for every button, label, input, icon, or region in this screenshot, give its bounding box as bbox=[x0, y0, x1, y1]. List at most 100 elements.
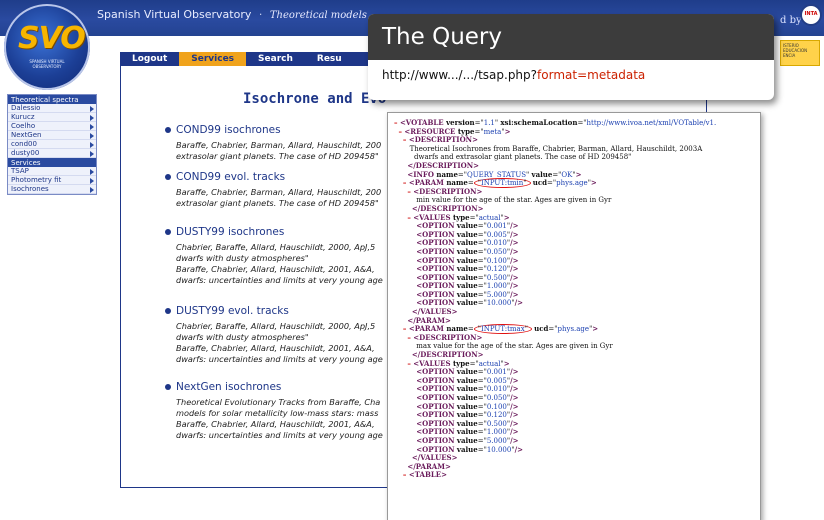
query-url-prefix: http://www.../.../tsap.php? bbox=[382, 68, 538, 82]
chevron-right-icon bbox=[90, 169, 94, 175]
sidebar-item-label: cond00 bbox=[11, 140, 37, 148]
chevron-right-icon bbox=[90, 115, 94, 121]
chevron-right-icon bbox=[90, 187, 94, 193]
entry-desc-line: dwarfs: uncertainties and limits at very… bbox=[176, 354, 383, 364]
list-item: NextGen isochrones Theoretical Evolution… bbox=[163, 381, 393, 441]
bullet-icon bbox=[165, 127, 171, 133]
bullet-icon bbox=[165, 308, 171, 314]
chevron-right-icon bbox=[90, 106, 94, 112]
sidebar-heading-services: Services bbox=[8, 158, 96, 167]
entry-desc-line: Baraffe, Chabrier, Allard, Hauschildt, 2… bbox=[176, 343, 375, 353]
param-name-highlight: "INPUT:tmax" bbox=[473, 324, 532, 335]
entry-title-text: COND99 evol. tracks bbox=[176, 171, 286, 183]
entry-desc-line: dwarfs: uncertainties and limits at very… bbox=[176, 275, 383, 285]
inta-logo[interactable]: INTA bbox=[800, 4, 822, 26]
svo-logo-text: SVO bbox=[18, 21, 86, 56]
chevron-right-icon bbox=[90, 142, 94, 148]
sidebar-item-coelho[interactable]: Coelho bbox=[8, 122, 96, 131]
xml-response-panel: – <VOTABLE version="1.1" xsi:schemaLocat… bbox=[387, 112, 761, 520]
entry-title-text: DUSTY99 isochrones bbox=[176, 226, 285, 238]
page-title: Isochrone and Evo bbox=[243, 91, 387, 107]
chevron-right-icon bbox=[90, 178, 94, 184]
sidebar-item-dusty00[interactable]: dusty00 bbox=[8, 149, 96, 158]
entry-description: Chabrier, Baraffe, Allard, Hauschildt, 2… bbox=[163, 242, 393, 286]
entry-description: Baraffe, Chabrier, Barman, Allard, Hausc… bbox=[163, 140, 393, 162]
entry-description: Baraffe, Chabrier, Barman, Allard, Hausc… bbox=[163, 187, 393, 209]
entry-desc-line: Baraffe, Chabrier, Barman, Allard, Hausc… bbox=[176, 140, 382, 150]
chevron-right-icon bbox=[90, 151, 94, 157]
list-item: COND99 evol. tracks Baraffe, Chabrier, B… bbox=[163, 171, 393, 209]
sidebar-item-isochrones[interactable]: Isochrones bbox=[8, 185, 96, 194]
entry-desc-line: Baraffe, Chabrier, Barman, Allard, Hausc… bbox=[176, 187, 382, 197]
sidebar-item-tsap[interactable]: TSAP bbox=[8, 167, 96, 176]
entry-description: Theoretical Evolutionary Tracks from Bar… bbox=[163, 397, 393, 441]
bullet-icon bbox=[165, 384, 171, 390]
sidebar-item-label: TSAP bbox=[11, 167, 29, 175]
entry-desc-line: models for solar metallicity low-mass st… bbox=[176, 408, 379, 418]
entry-title-text: COND99 isochrones bbox=[176, 124, 281, 136]
nav-results[interactable]: Resu bbox=[305, 52, 354, 66]
sidebar-item-label: NextGen bbox=[11, 131, 42, 139]
chevron-right-icon bbox=[90, 133, 94, 139]
sidebar: Theoretical spectra Dalessio Kurucz Coel… bbox=[7, 94, 97, 195]
entry-title-text: DUSTY99 evol. tracks bbox=[176, 305, 289, 317]
site-title[interactable]: Spanish Virtual Observatory · Theoretica… bbox=[97, 8, 367, 21]
entry-desc-line: extrasolar giant planets. The case of HD… bbox=[176, 198, 379, 208]
nav-services[interactable]: Services bbox=[179, 52, 247, 66]
entry-title-link[interactable]: COND99 evol. tracks bbox=[163, 171, 393, 183]
query-url-param: format=metadata bbox=[537, 68, 646, 82]
sidebar-item-label: Kurucz bbox=[11, 113, 35, 121]
xml-line: </PARAM> bbox=[407, 461, 451, 471]
entry-desc-line: Baraffe, Chabrier, Allard, Hauschildt, 2… bbox=[176, 264, 375, 274]
list-item: COND99 isochrones Baraffe, Chabrier, Bar… bbox=[163, 124, 393, 162]
entry-title-link[interactable]: NextGen isochrones bbox=[163, 381, 393, 393]
site-subtitle: Theoretical models bbox=[269, 10, 367, 21]
entry-desc-line: dwarfs with dusty atmospheres" bbox=[176, 253, 309, 263]
sidebar-item-label: Photometry fit bbox=[11, 176, 62, 184]
site-name: Spanish Virtual Observatory bbox=[97, 8, 252, 21]
entry-title-link[interactable]: COND99 isochrones bbox=[163, 124, 393, 136]
sidebar-item-dalessio[interactable]: Dalessio bbox=[8, 104, 96, 113]
powered-by-label: d by bbox=[780, 15, 802, 26]
query-title: The Query bbox=[368, 14, 774, 60]
sidebar-item-cond00[interactable]: cond00 bbox=[8, 140, 96, 149]
xml-line: – <DESCRIPTION> bbox=[407, 186, 483, 196]
list-item: DUSTY99 isochrones Chabrier, Baraffe, Al… bbox=[163, 226, 393, 286]
ministry-logo-text: ISTERIO EDUCACION ENCIA bbox=[783, 43, 808, 58]
sidebar-item-kurucz[interactable]: Kurucz bbox=[8, 113, 96, 122]
sidebar-item-label: Dalessio bbox=[11, 104, 41, 112]
ministry-logo[interactable]: ISTERIO EDUCACION ENCIA bbox=[780, 40, 820, 66]
entry-title-link[interactable]: DUSTY99 isochrones bbox=[163, 226, 393, 238]
title-separator: · bbox=[258, 8, 263, 21]
sidebar-item-photometry-fit[interactable]: Photometry fit bbox=[8, 176, 96, 185]
chevron-right-icon bbox=[90, 124, 94, 130]
xml-line: – <TABLE> bbox=[402, 470, 448, 480]
entry-desc-line: Theoretical Evolutionary Tracks from Bar… bbox=[176, 397, 381, 407]
bullet-icon bbox=[165, 229, 171, 235]
query-url: http://www.../.../tsap.php?format=metada… bbox=[368, 60, 774, 82]
nav-search[interactable]: Search bbox=[246, 52, 305, 66]
sidebar-item-label: dusty00 bbox=[11, 149, 40, 157]
entry-description: Chabrier, Baraffe, Allard, Hauschildt, 2… bbox=[163, 321, 393, 365]
svo-logo-caption: SPANISH VIRTUAL OBSERVATORY bbox=[29, 59, 65, 69]
inta-logo-text: INTA bbox=[804, 11, 818, 17]
entry-desc-line: extrasolar giant planets. The case of HD… bbox=[176, 151, 379, 161]
entry-desc-line: Baraffe, Chabrier, Allard, Hauschildt, 2… bbox=[176, 419, 375, 429]
svo-logo[interactable]: SVO SPANISH VIRTUAL OBSERVATORY bbox=[4, 4, 90, 90]
entry-title-link[interactable]: DUSTY99 evol. tracks bbox=[163, 305, 393, 317]
sidebar-item-label: Isochrones bbox=[11, 185, 49, 193]
xml-line: – <DESCRIPTION> bbox=[402, 135, 478, 145]
bullet-icon bbox=[165, 174, 171, 180]
query-callout: The Query http://www.../.../tsap.php?for… bbox=[368, 14, 774, 100]
list-item: DUSTY99 evol. tracks Chabrier, Baraffe, … bbox=[163, 305, 393, 365]
sidebar-item-label: Coelho bbox=[11, 122, 36, 130]
main-nav: Logout Services Search Resu bbox=[120, 52, 368, 66]
entry-desc-line: dwarfs: uncertainties and limits at very… bbox=[176, 430, 383, 440]
sidebar-item-nextgen[interactable]: NextGen bbox=[8, 131, 96, 140]
entry-desc-line: Chabrier, Baraffe, Allard, Hauschildt, 2… bbox=[176, 321, 376, 331]
entry-desc-line: Chabrier, Baraffe, Allard, Hauschildt, 2… bbox=[176, 242, 376, 252]
entry-title-text: NextGen isochrones bbox=[176, 381, 282, 393]
xml-line: Theoretical Isochrones from Baraffe, Cha… bbox=[409, 144, 703, 153]
xml-line: – <DESCRIPTION> bbox=[407, 332, 483, 342]
nav-logout[interactable]: Logout bbox=[120, 52, 179, 66]
